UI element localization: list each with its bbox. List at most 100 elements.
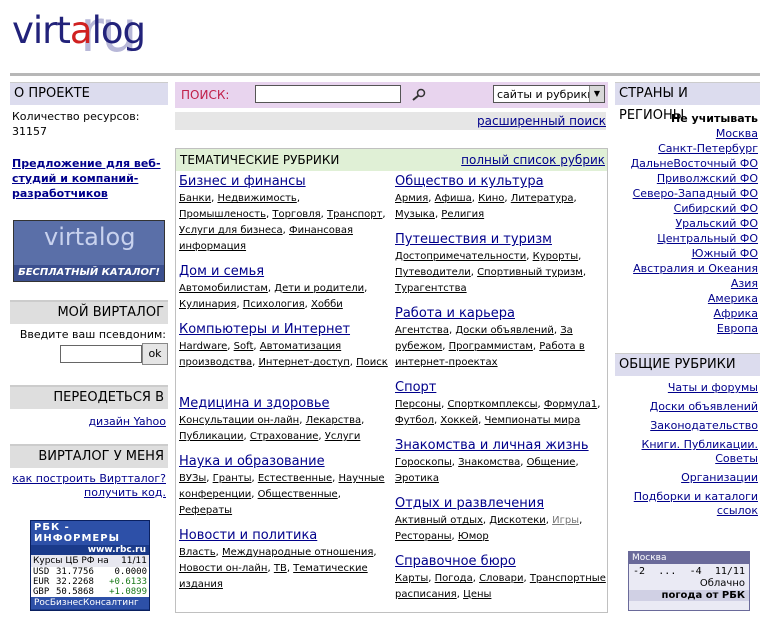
rubric-title-link[interactable]: Спорт <box>395 380 607 395</box>
subrubric-link[interactable]: Soft <box>234 341 254 352</box>
region-link[interactable]: Африка <box>615 306 758 321</box>
subrubric-link[interactable]: ВУЗы <box>179 473 206 484</box>
region-link[interactable]: Центральный ФО <box>615 231 758 246</box>
subrubric-link[interactable]: Достопримечательности <box>395 251 526 262</box>
rubric-title-link[interactable]: Путешествия и туризм <box>395 232 607 247</box>
full-rubrics-link[interactable]: полный список рубрик <box>461 153 605 167</box>
subrubric-link[interactable]: Турагентства <box>395 283 467 294</box>
general-rubric-link[interactable]: Доски объявлений <box>615 400 758 414</box>
search-scope-select[interactable]: сайты и рубрики ▼ <box>493 85 605 103</box>
subrubric-link[interactable]: Рестораны <box>395 531 452 542</box>
region-link[interactable]: Москва <box>615 126 758 141</box>
general-rubric-link[interactable]: Подборки и каталоги ссылок <box>615 490 758 518</box>
region-link[interactable]: Сибирский ФО <box>615 201 758 216</box>
subrubric-link[interactable]: Агентства <box>395 325 449 336</box>
region-link[interactable]: Санкт-Петербург <box>615 141 758 156</box>
region-link[interactable]: Австралия и Океания <box>615 261 758 276</box>
general-rubric-link[interactable]: Чаты и форумы <box>615 381 758 395</box>
subrubric-link[interactable]: Армия <box>395 193 428 204</box>
subrubric-link[interactable]: Услуги для бизнеса <box>179 225 283 236</box>
subrubric-link[interactable]: Религия <box>441 209 484 220</box>
rubric-title-link[interactable]: Работа и карьера <box>395 306 607 321</box>
subrubric-link[interactable]: ТВ <box>274 563 287 574</box>
subrubric-link[interactable]: Персоны <box>395 399 441 410</box>
subrubric-link[interactable]: Банки <box>179 193 211 204</box>
subrubric-link[interactable]: Программистам <box>449 341 533 352</box>
offer-link[interactable]: Предложение для веб-студий и компаний-ра… <box>12 156 167 201</box>
subrubric-link[interactable]: Интернет-доступ <box>258 357 349 368</box>
rubric-title-link[interactable]: Наука и образование <box>179 454 389 469</box>
subrubric-link[interactable]: Естественные <box>258 473 332 484</box>
ok-button[interactable]: ok <box>142 343 168 365</box>
subrubric-link[interactable]: Литература <box>511 193 574 204</box>
subrubric-link[interactable]: Дети и родители <box>274 283 364 294</box>
subrubric-link[interactable]: Международные отношения <box>222 547 373 558</box>
subrubric-link[interactable]: Дискотеки <box>489 515 545 526</box>
subrubric-link[interactable]: Хобби <box>311 299 343 310</box>
rubric-title-link[interactable]: Общество и культура <box>395 174 607 189</box>
subrubric-link[interactable]: Лекарства <box>306 415 362 426</box>
rubric-title-link[interactable]: Бизнес и финансы <box>179 174 389 189</box>
subrubric-link[interactable]: Новости он-лайн <box>179 563 267 574</box>
region-link[interactable]: Северо-Западный ФО <box>615 186 758 201</box>
subrubric-link[interactable]: Недвижимость <box>217 193 296 204</box>
yahoo-design-link[interactable]: дизайн Yahoo <box>88 415 166 428</box>
region-link[interactable]: ДальнеВосточный ФО <box>615 156 758 171</box>
subrubric-link[interactable]: Хоккей <box>440 415 478 426</box>
subrubric-link[interactable]: Психология <box>243 299 305 310</box>
subrubric-link[interactable]: Общественные <box>258 489 338 500</box>
subrubric-link[interactable]: Погода <box>435 573 473 584</box>
rubric-title-link[interactable]: Медицина и здоровье <box>179 396 389 411</box>
general-rubric-link[interactable]: Организации <box>615 471 758 485</box>
embed-code-link[interactable]: как построить Виртталог? получить код. <box>12 472 166 499</box>
subrubric-link[interactable]: Торговля <box>272 209 320 220</box>
subrubric-link[interactable]: Словари <box>479 573 523 584</box>
subrubric-link[interactable]: Спорткомплексы <box>447 399 537 410</box>
subrubric-link[interactable]: Эротика <box>395 473 439 484</box>
subrubric-link[interactable]: Путеводители <box>395 267 471 278</box>
subrubric-link[interactable]: Общение <box>527 457 576 468</box>
subrubric-link[interactable]: Музыка <box>395 209 435 220</box>
subrubric-link[interactable]: Доски объявлений <box>455 325 554 336</box>
subrubric-link[interactable]: Курорты <box>533 251 579 262</box>
catalog-banner[interactable]: virtalog БЕСПЛАТНЫЙ КАТАЛОГ! <box>13 220 165 282</box>
general-rubric-link[interactable]: Законодательство <box>615 419 758 433</box>
subrubric-link[interactable]: Автомобилистам <box>179 283 268 294</box>
rubric-title-link[interactable]: Отдых и развлечения <box>395 496 607 511</box>
region-link[interactable]: Приволжский ФО <box>615 171 758 186</box>
subrubric-link[interactable]: Страхование <box>250 431 319 442</box>
subrubric-link[interactable]: Власть <box>179 547 216 558</box>
subrubric-link[interactable]: Активный отдых <box>395 515 483 526</box>
subrubric-link[interactable]: Формула1 <box>544 399 597 410</box>
rubric-title-link[interactable]: Дом и семья <box>179 264 389 279</box>
region-link[interactable]: Америка <box>615 291 758 306</box>
subrubric-link[interactable]: Карты <box>395 573 428 584</box>
rubric-title-link[interactable]: Компьютеры и Интернет <box>179 322 389 337</box>
subrubric-link[interactable]: Публикации <box>179 431 243 442</box>
subrubric-link[interactable]: Консультации он-лайн <box>179 415 299 426</box>
search-icon[interactable] <box>411 87 427 103</box>
region-link[interactable]: Уральский ФО <box>615 216 758 231</box>
search-input[interactable] <box>255 85 401 103</box>
subrubric-link[interactable]: Поиск <box>356 357 388 368</box>
subrubric-link[interactable]: Транспорт <box>327 209 382 220</box>
subrubric-link[interactable]: Спортивный туризм <box>477 267 583 278</box>
nickname-input[interactable] <box>60 345 142 363</box>
subrubric-link[interactable]: Гороскопы <box>395 457 452 468</box>
region-link[interactable]: Южный ФО <box>615 246 758 261</box>
weather-informer[interactable]: Москва -2... -4 11/11 Облачно погода от РБ… <box>628 551 750 611</box>
subrubric-link[interactable]: Игры <box>552 515 579 526</box>
subrubric-link[interactable]: Кино <box>478 193 504 204</box>
subrubric-link[interactable]: Афиша <box>435 193 472 204</box>
rubric-title-link[interactable]: Новости и политика <box>179 528 389 543</box>
subrubric-link[interactable]: Услуги <box>325 431 361 442</box>
region-link[interactable]: Азия <box>615 276 758 291</box>
region-link[interactable]: Европа <box>615 321 758 336</box>
subrubric-link[interactable]: Юмор <box>458 531 489 542</box>
subrubric-link[interactable]: Hardware <box>179 341 227 352</box>
subrubric-link[interactable]: Цены <box>463 589 491 600</box>
subrubric-link[interactable]: Кулинария <box>179 299 236 310</box>
subrubric-link[interactable]: Гранты <box>213 473 252 484</box>
advanced-search-link[interactable]: расширенный поиск <box>477 114 606 128</box>
subrubric-link[interactable]: Промышленость <box>179 209 266 220</box>
